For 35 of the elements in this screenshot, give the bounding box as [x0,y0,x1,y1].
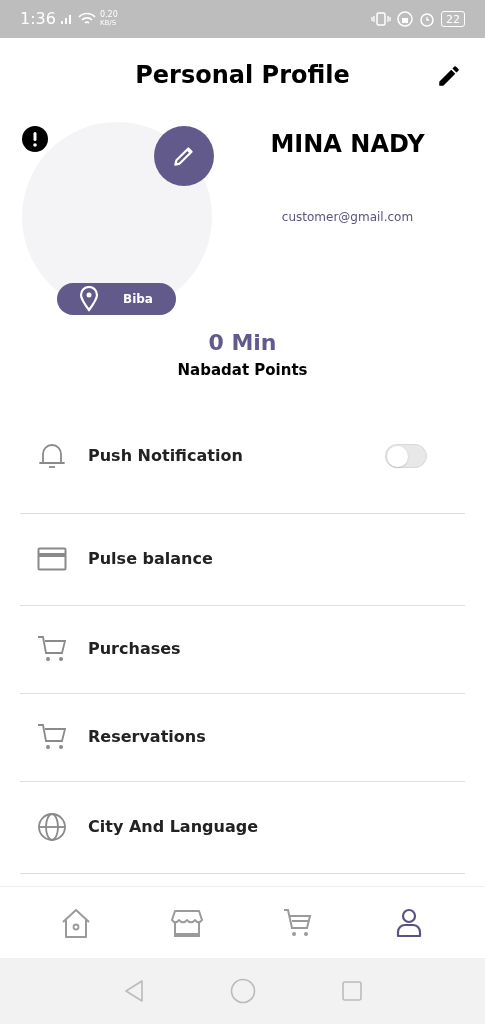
network-speed: 0.20 [99,11,118,19]
home-circle-icon[interactable] [229,978,256,1004]
bell-icon [38,441,66,471]
user-icon [396,907,423,938]
card-icon [37,547,67,571]
recents-icon[interactable] [340,980,363,1002]
menu-item[interactable]: Reservations [88,725,427,749]
menu-item[interactable]: Pulse balance [88,547,427,571]
user-email: customer@gmail.com [281,209,414,226]
points-value: 0 Min [208,329,277,357]
vibrate-icon [371,11,391,27]
wifi-icon [77,12,96,26]
clock-time: 1:36 [20,8,56,30]
location-pin-icon [79,286,99,312]
back-icon[interactable] [122,979,145,1003]
toggle-switch[interactable] [385,444,427,468]
cart-icon [37,723,67,751]
points-label: Nabadat Points [177,360,308,381]
cart-icon [283,907,314,938]
menu-item[interactable]: Purchases [88,637,427,661]
edit-photo-button[interactable] [154,126,214,186]
alert-icon [22,126,48,152]
pencil-icon [436,63,462,89]
user-name: MINA NADY [270,129,425,160]
globe-icon [37,812,67,842]
battery-indicator: 22 [441,11,465,27]
alarm-icon [419,11,435,27]
store-icon [170,907,203,938]
menu-item[interactable]: City And Language [88,815,427,839]
location-name: Biba [123,291,153,308]
cart-icon [37,635,67,663]
signal-icon [59,13,74,25]
page-title: Personal Profile [135,60,350,91]
lock-icon [397,11,413,27]
menu-item[interactable]: Push Notification [88,444,365,468]
